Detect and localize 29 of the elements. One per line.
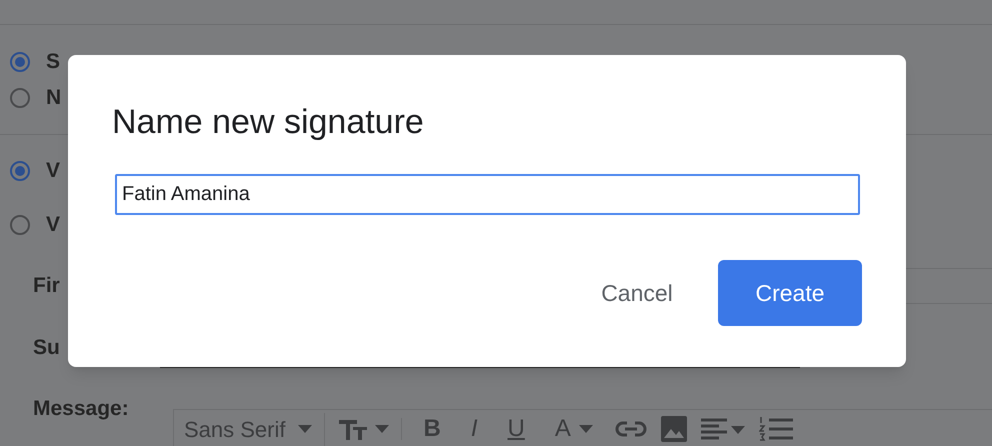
caret-icon xyxy=(374,425,388,433)
font-dropdown[interactable]: Sans Serif xyxy=(184,412,324,446)
option-label: V xyxy=(46,158,60,184)
create-button[interactable]: Create xyxy=(718,260,862,326)
format-button[interactable]: B xyxy=(416,411,449,446)
format-button[interactable]: U xyxy=(500,411,533,446)
option-label: V xyxy=(46,212,60,238)
option-label: S xyxy=(46,49,60,76)
format-button[interactable]: A xyxy=(546,411,601,446)
field-label: Fir xyxy=(33,273,60,300)
link-icon[interactable] xyxy=(614,421,647,437)
radio-button[interactable] xyxy=(10,161,30,181)
caret-icon xyxy=(298,425,312,433)
numbered-list-icon[interactable] xyxy=(758,416,793,442)
field-label: Message: xyxy=(33,396,129,422)
image-icon[interactable] xyxy=(660,416,687,442)
radio-button[interactable] xyxy=(10,215,30,235)
text-size-button[interactable] xyxy=(338,418,402,440)
dialog-title: Name new signature xyxy=(112,102,424,143)
caret-icon xyxy=(578,425,593,433)
radio-button[interactable] xyxy=(10,52,30,72)
option-label: N xyxy=(46,85,62,112)
format-button[interactable]: I xyxy=(462,411,486,446)
signature-name-field[interactable]: Fatin Amanina xyxy=(115,174,860,215)
text-size-icon xyxy=(338,418,368,440)
field-label: Su xyxy=(33,335,60,362)
align-icon[interactable] xyxy=(700,418,745,440)
cancel-button[interactable]: Cancel xyxy=(572,260,702,326)
radio-button[interactable] xyxy=(10,88,30,108)
